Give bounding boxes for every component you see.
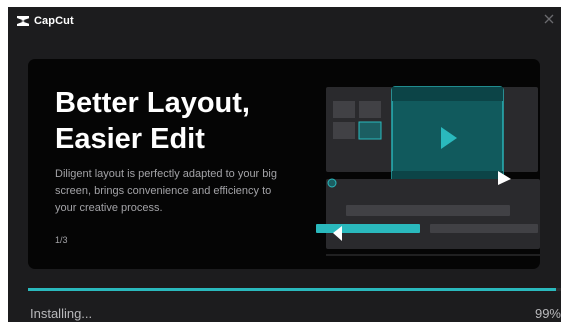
- install-status-label: Installing...: [30, 306, 93, 321]
- headline-line-2: Easier Edit: [55, 123, 205, 155]
- feature-card: Better Layout, Easier Edit Diligent layo…: [28, 59, 540, 269]
- install-percent-label: 99%: [534, 306, 561, 321]
- capcut-logo-icon: [17, 16, 29, 26]
- brand: CapCut: [16, 14, 74, 28]
- headline-line-1: Better Layout,: [55, 87, 250, 119]
- install-progress-fill: [28, 288, 556, 291]
- feature-description: Diligent layout is perfectly adapted to …: [55, 168, 277, 214]
- app-name: CapCut: [34, 15, 74, 27]
- slide-pager[interactable]: 1/3: [55, 235, 68, 245]
- editor-layout-illustration-icon: [316, 86, 540, 256]
- installer-window: CapCut Better Layout, Easier Edit Dilige…: [8, 7, 561, 322]
- title-bar: CapCut: [8, 7, 561, 37]
- close-icon[interactable]: [543, 13, 555, 25]
- feature-headline: Better Layout, Easier Edit: [55, 85, 315, 157]
- install-progress-bar: [28, 288, 561, 291]
